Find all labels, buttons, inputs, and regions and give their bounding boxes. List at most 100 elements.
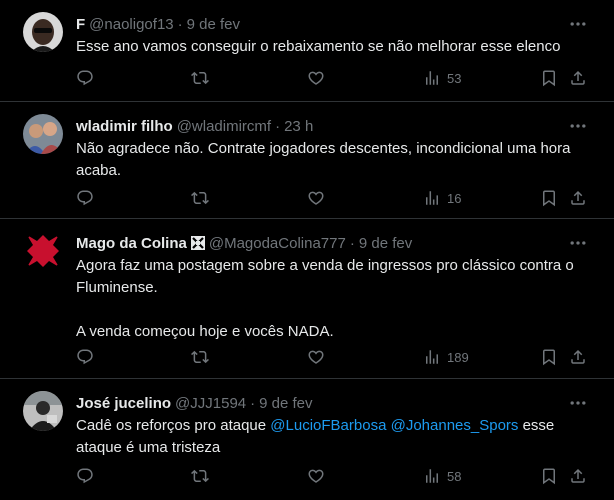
- like-button[interactable]: [307, 186, 325, 210]
- separator: ·: [349, 234, 355, 252]
- reply-button[interactable]: [76, 345, 94, 369]
- reply-icon: [77, 468, 93, 484]
- separator: ·: [177, 15, 183, 33]
- tweet[interactable]: Mago da Colina @MagodaColina777 · 9 de f…: [0, 219, 614, 379]
- tweet-header: wladimir filho @wladimircmf · 23 h: [76, 116, 313, 136]
- more-icon[interactable]: [568, 233, 588, 253]
- username[interactable]: @MagodaColina777: [209, 235, 346, 252]
- separator: ·: [275, 117, 281, 135]
- like-icon: [308, 71, 324, 85]
- tweet-text: Agora faz uma postagem sobre a venda de …: [76, 255, 586, 343]
- bookmark-button[interactable]: [540, 186, 558, 210]
- avatar[interactable]: [23, 231, 63, 271]
- more-icon[interactable]: [568, 14, 588, 34]
- share-icon: [571, 70, 585, 85]
- retweet-button[interactable]: [191, 66, 209, 90]
- tweet-paragraph: Esse ano vamos conseguir o rebaixamento …: [76, 38, 561, 55]
- timestamp[interactable]: 9 de fev: [187, 16, 240, 33]
- reply-button[interactable]: [76, 186, 94, 210]
- avatar[interactable]: [23, 114, 63, 154]
- bookmark-icon: [543, 349, 555, 366]
- retweet-button[interactable]: [191, 345, 209, 369]
- more-icon[interactable]: [568, 393, 588, 413]
- reply-icon: [77, 349, 93, 365]
- views-icon: [426, 350, 438, 364]
- bookmark-button[interactable]: [540, 345, 558, 369]
- bookmark-button[interactable]: [540, 66, 558, 90]
- views-count: 58: [447, 468, 462, 484]
- like-button[interactable]: [307, 66, 325, 90]
- tweet[interactable]: José jucelino @JJJ1594 · 9 de fev Cadê o…: [0, 379, 614, 500]
- mention-link[interactable]: @LucioFBarbosa: [270, 417, 386, 434]
- retweet-icon: [191, 71, 209, 85]
- bookmark-icon: [543, 468, 555, 485]
- share-button[interactable]: [569, 186, 587, 210]
- views-button[interactable]: 53: [423, 66, 461, 90]
- tweet[interactable]: F @naoligof13 · 9 de fev Esse ano vamos …: [0, 0, 614, 102]
- cross-flag-icon: [190, 236, 205, 250]
- share-icon: [571, 190, 585, 205]
- tweet-actions: 189: [0, 345, 614, 369]
- tweet-text: Cadê os reforços pro ataque @LucioFBarbo…: [76, 415, 586, 459]
- views-button[interactable]: 16: [423, 186, 461, 210]
- retweet-icon: [191, 350, 209, 364]
- avatar[interactable]: [23, 391, 63, 431]
- views-button[interactable]: 189: [423, 345, 469, 369]
- display-name[interactable]: Mago da Colina: [76, 235, 187, 252]
- like-button[interactable]: [307, 345, 325, 369]
- avatar[interactable]: [23, 12, 63, 52]
- display-name[interactable]: wladimir filho: [76, 118, 173, 135]
- views-button[interactable]: 58: [423, 464, 461, 488]
- cross-logo: [23, 231, 63, 271]
- timestamp[interactable]: 9 de fev: [359, 235, 412, 252]
- timestamp[interactable]: 9 de fev: [259, 395, 312, 412]
- reply-icon: [77, 70, 93, 86]
- share-icon: [571, 468, 585, 483]
- mention-link[interactable]: @Johannes_Spors: [391, 417, 519, 434]
- views-count: 53: [447, 70, 462, 86]
- tweet-text: Não agradece não. Contrate jogadores des…: [76, 138, 586, 182]
- tweet-paragraph: Cadê os reforços pro ataque @LucioFBarbo…: [76, 415, 586, 459]
- display-name[interactable]: F: [76, 16, 85, 33]
- tweet-text: Esse ano vamos conseguir o rebaixamento …: [76, 36, 586, 58]
- share-button[interactable]: [569, 66, 587, 90]
- share-button[interactable]: [569, 464, 587, 488]
- tweet-header: José jucelino @JJJ1594 · 9 de fev: [76, 393, 313, 413]
- display-name[interactable]: José jucelino: [76, 395, 171, 412]
- reply-button[interactable]: [76, 464, 94, 488]
- username[interactable]: @wladimircmf: [177, 118, 271, 135]
- tweet-paragraph: A venda começou hoje e vocês NADA.: [76, 323, 334, 340]
- timestamp[interactable]: 23 h: [284, 118, 313, 135]
- tweet-actions: 58: [0, 464, 614, 488]
- reply-feed: F @naoligof13 · 9 de fev Esse ano vamos …: [0, 0, 614, 500]
- tweet-actions: 53: [0, 66, 614, 90]
- tweet-actions: 16: [0, 186, 614, 210]
- username[interactable]: @JJJ1594: [175, 395, 246, 412]
- reply-button[interactable]: [76, 66, 94, 90]
- share-icon: [571, 349, 585, 364]
- reply-icon: [77, 190, 93, 206]
- like-button[interactable]: [307, 464, 325, 488]
- views-icon: [426, 71, 438, 85]
- views-icon: [426, 469, 438, 483]
- username[interactable]: @naoligof13: [89, 16, 173, 33]
- tweet-header: Mago da Colina @MagodaColina777 · 9 de f…: [76, 233, 412, 253]
- retweet-icon: [191, 469, 209, 483]
- share-button[interactable]: [569, 345, 587, 369]
- tweet[interactable]: wladimir filho @wladimircmf · 23 h Não a…: [0, 102, 614, 219]
- like-icon: [308, 350, 324, 364]
- views-count: 189: [447, 349, 469, 365]
- like-icon: [308, 469, 324, 483]
- retweet-icon: [191, 191, 209, 205]
- more-icon[interactable]: [568, 116, 588, 136]
- tweet-paragraph: Agora faz uma postagem sobre a venda de …: [76, 257, 574, 296]
- bookmark-icon: [543, 190, 555, 207]
- separator: ·: [250, 394, 256, 412]
- tweet-header: F @naoligof13 · 9 de fev: [76, 14, 240, 34]
- bookmark-icon: [543, 70, 555, 87]
- retweet-button[interactable]: [191, 186, 209, 210]
- retweet-button[interactable]: [191, 464, 209, 488]
- bookmark-button[interactable]: [540, 464, 558, 488]
- views-icon: [426, 191, 438, 205]
- like-icon: [308, 191, 324, 205]
